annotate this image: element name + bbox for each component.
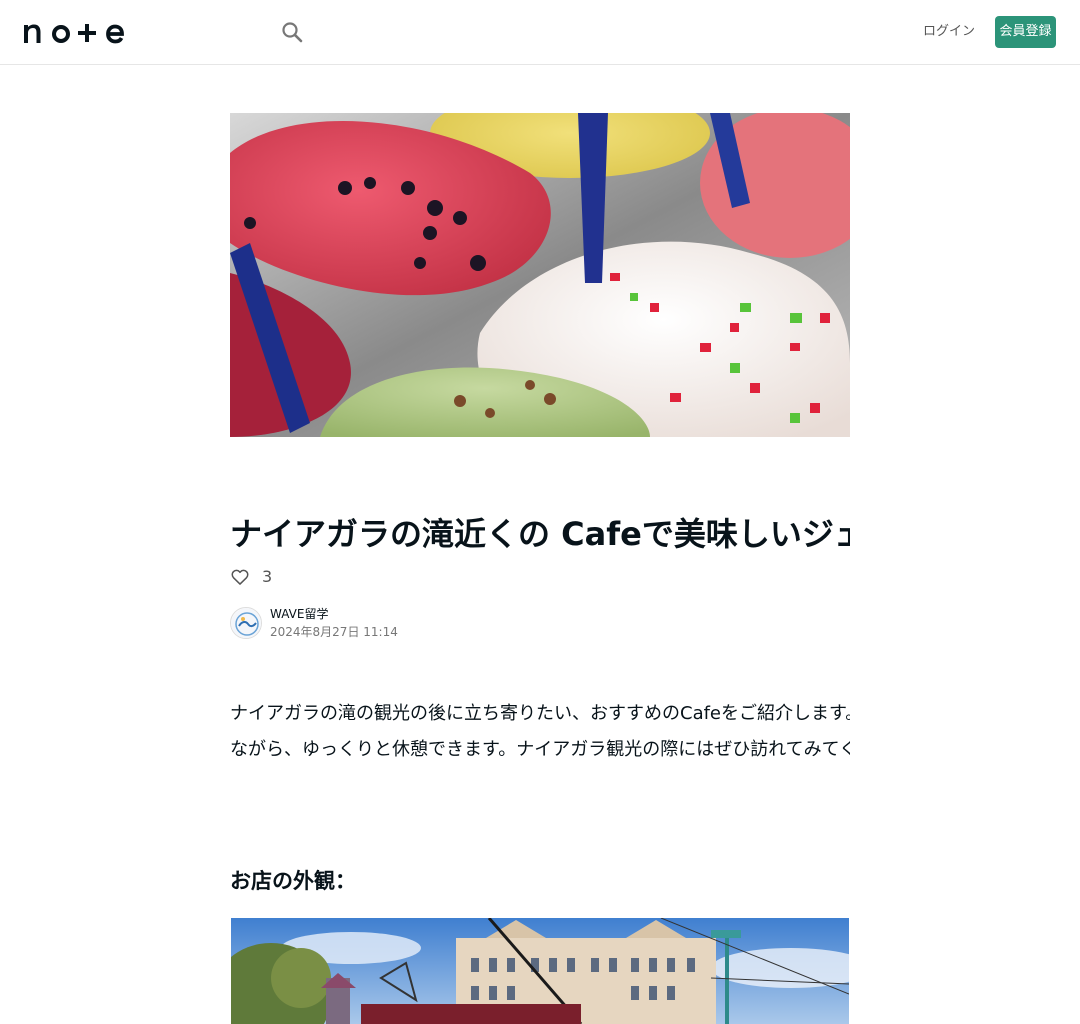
signup-button[interactable]: 会員登録 [995,16,1056,48]
post-date: 2024年8月27日 11:14 [270,625,398,639]
heart-icon[interactable] [230,567,250,587]
article-title: ナイアガラの滝近くの Cafeで美味しいジェラート [230,515,850,553]
body-paragraph-line: ながら、ゆっくりと休憩できます。ナイアガラ観光の際にはぜひ訪れてみてください。 [230,739,850,760]
note-logo-mark [24,24,124,44]
section-heading: お店の外観： [230,869,356,893]
body-paragraph-line: ナイアガラの滝の観光の後に立ち寄りたい、おすすめのCafeをご紹介します。美味し… [230,703,850,724]
author-name[interactable]: WAVE留学 [270,605,398,623]
like-count: 3 [262,567,273,586]
author-avatar[interactable] [230,607,262,639]
author-info: WAVE留学 2024年8月27日 11:14 [230,606,398,640]
author-meta: WAVE留学 2024年8月27日 11:14 [270,605,398,641]
search-icon[interactable] [280,20,304,44]
hero-image [230,113,850,437]
like-row: 3 [230,566,272,588]
note-logo[interactable] [24,19,124,45]
top-header: ログイン 会員登録 [0,0,1080,65]
login-link[interactable]: ログイン [922,22,976,42]
article-body: ナイアガラの滝の観光の後に立ち寄りたい、おすすめのCafeをご紹介します。美味し… [230,696,850,768]
cafe-exterior-image [231,918,849,1024]
